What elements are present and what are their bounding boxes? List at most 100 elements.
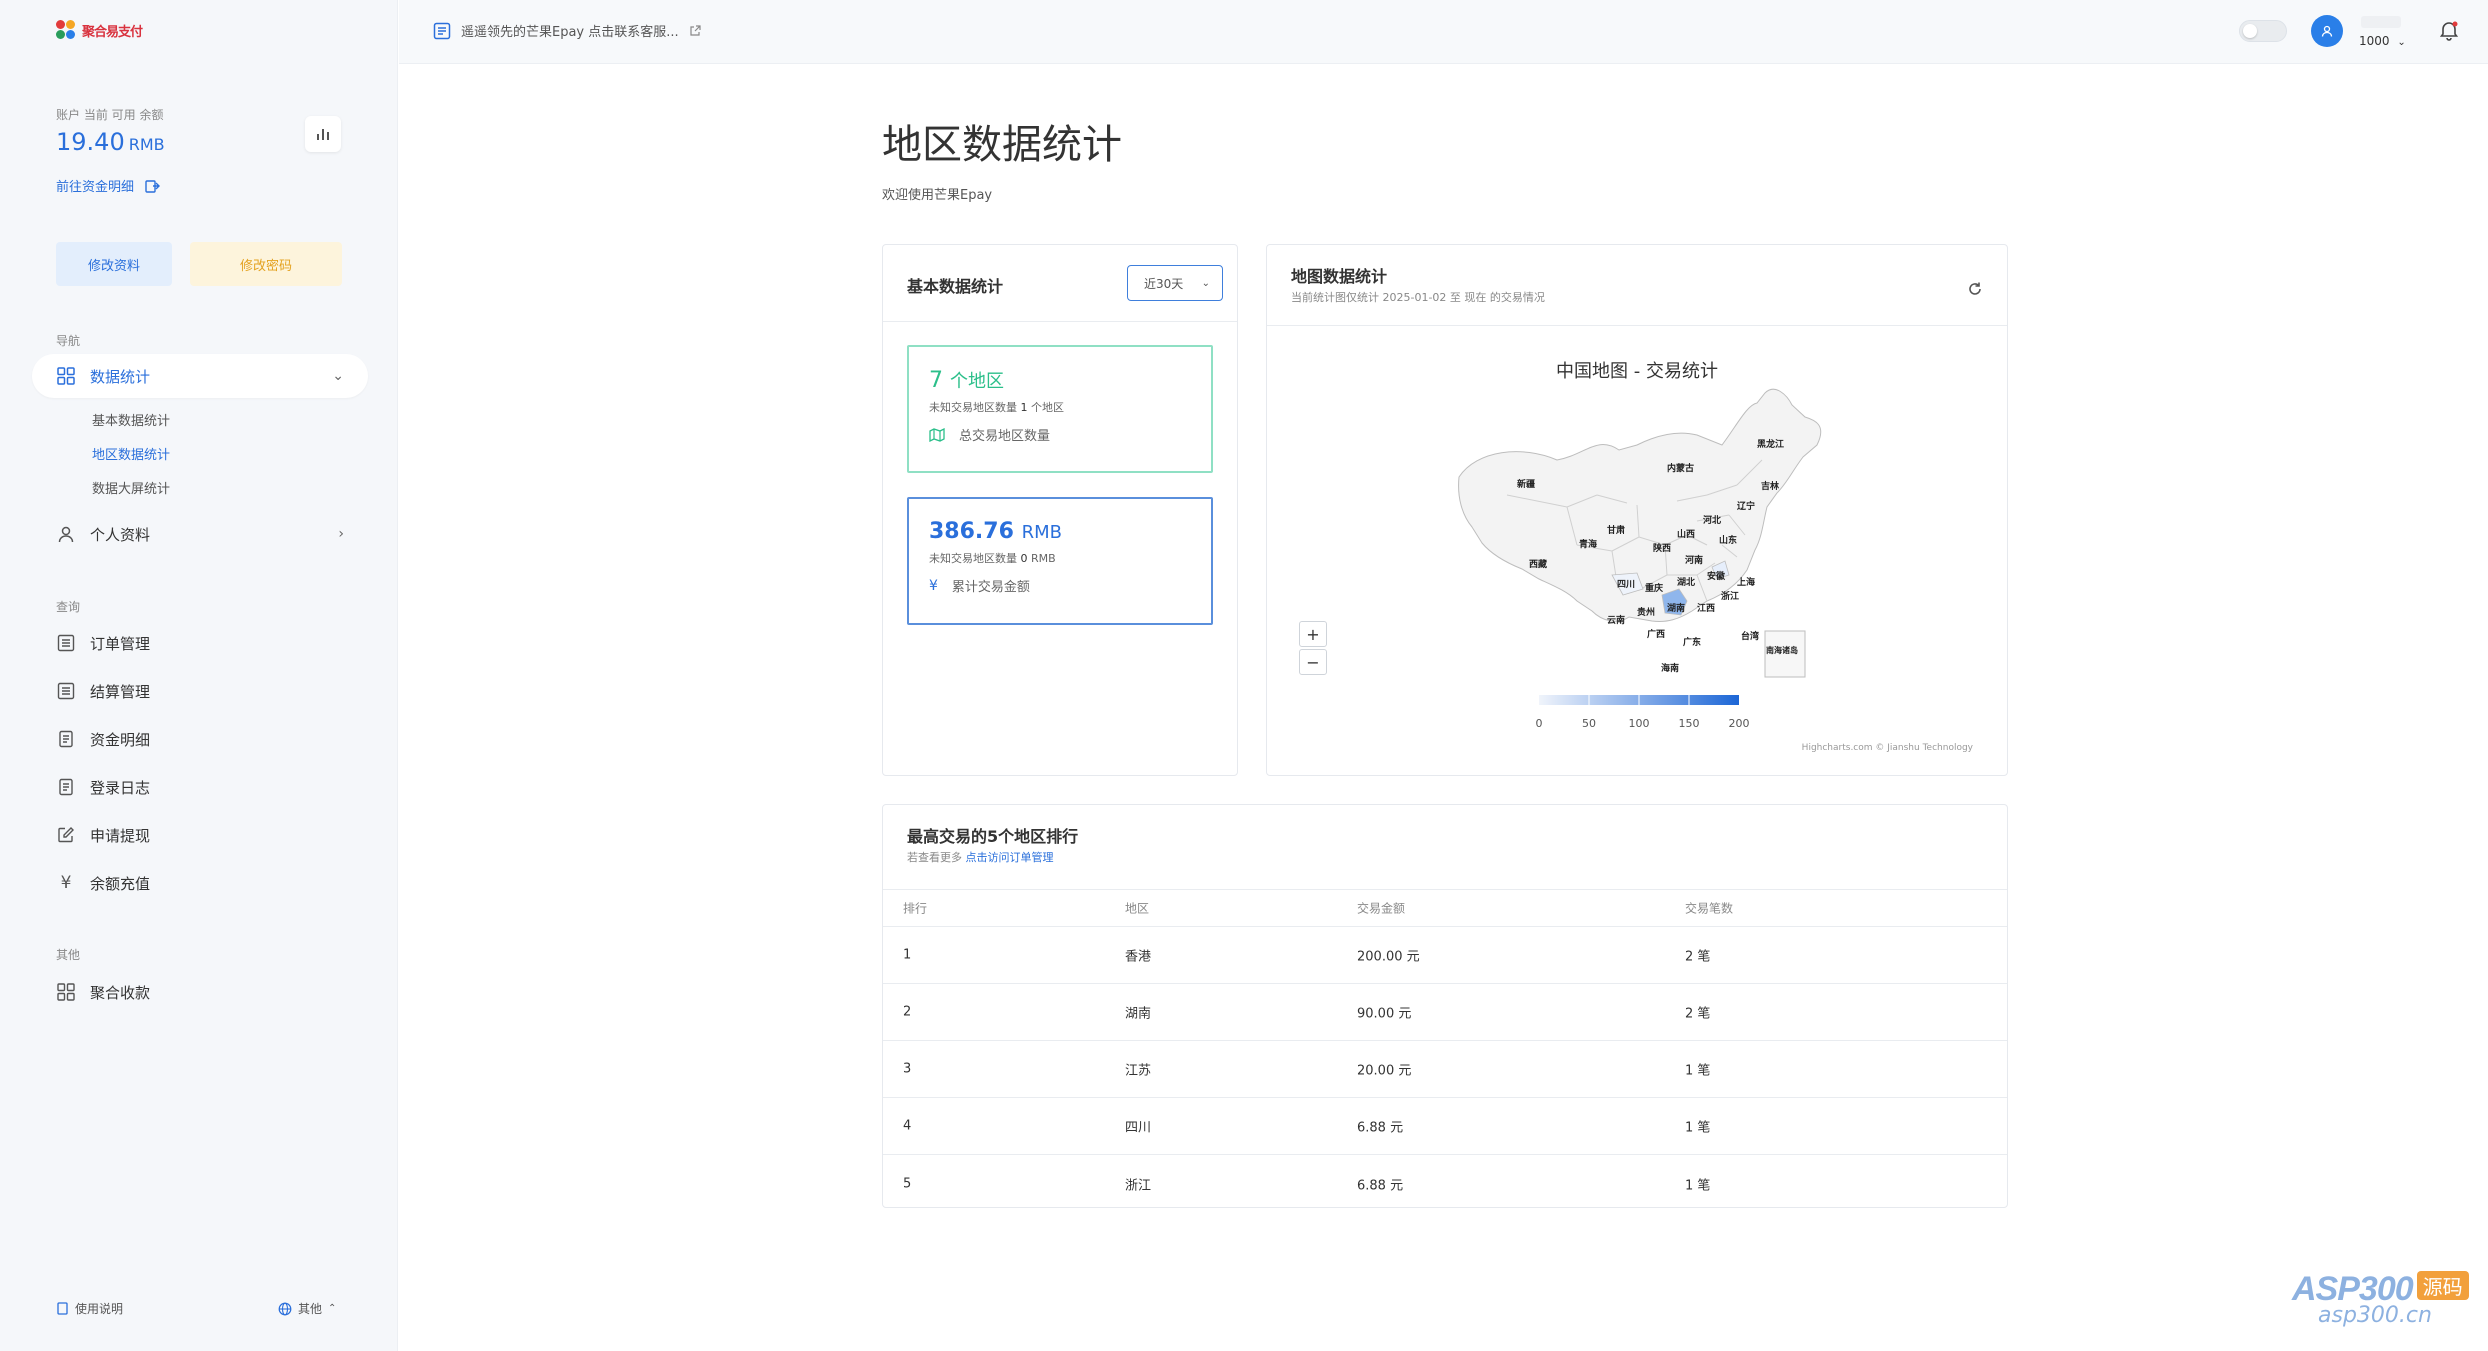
count-cell: 2 笔 xyxy=(1685,1006,1711,1022)
help-link[interactable]: 使用说明 xyxy=(56,1300,123,1317)
yen-icon: ¥ xyxy=(929,577,938,594)
help-link-label: 使用说明 xyxy=(75,1302,124,1316)
query-section-label: 查询 xyxy=(56,600,81,614)
list-icon xyxy=(56,633,76,653)
bar-chart-icon xyxy=(317,129,329,140)
map-label: 河南 xyxy=(1685,554,1703,566)
table-header: 排行 地区 交易金额 交易笔数 xyxy=(883,889,2007,927)
count-cell: 1 笔 xyxy=(1685,1178,1711,1193)
sidebar-subitem-basic-stats[interactable]: 基本数据统计 xyxy=(92,410,170,429)
user-name: 1000 xyxy=(2359,34,2390,48)
table-row: 4 四川 6.88 元 1 笔 xyxy=(883,1098,2007,1155)
balance-chart-button[interactable] xyxy=(305,116,341,152)
sidebar-item-label: 数据统计 xyxy=(90,367,151,386)
sidebar-item-label: 余额充值 xyxy=(90,874,151,893)
map-label: 甘肃 xyxy=(1607,524,1625,536)
change-password-button[interactable]: 修改密码 xyxy=(190,242,342,286)
map-label: 四川 xyxy=(1617,579,1635,590)
range-select-value: 近30天 xyxy=(1144,276,1184,291)
balance-amount: 19.40 xyxy=(56,128,125,156)
unknown-amount-note: 未知交易地区数量 0 RMB xyxy=(929,550,1191,566)
map-label: 山西 xyxy=(1677,528,1695,540)
user-menu[interactable]: 1000 ⌄ xyxy=(2359,34,2406,48)
card-title: 基本数据统计 xyxy=(907,277,1004,296)
sidebar-subitem-region-stats[interactable]: 地区数据统计 xyxy=(92,444,170,463)
unknown-region-note: 未知交易地区数量 1 个地区 xyxy=(929,399,1191,415)
logo-icon xyxy=(56,20,76,40)
sidebar-item-data-stats[interactable]: 数据统计 ⌄ xyxy=(32,354,368,398)
document-icon xyxy=(56,729,76,749)
legend-tick: 100 xyxy=(1628,717,1650,730)
topbar: 遥遥领先的芒果Epay 点击联系客服... 1000 ⌄ xyxy=(399,0,2488,64)
amount-cell: 20.00 元 xyxy=(1357,1063,1412,1079)
globe-icon xyxy=(278,1302,292,1315)
balance-value: 19.40 RMB xyxy=(56,128,165,156)
map-label: 内蒙古 xyxy=(1667,462,1694,474)
range-select[interactable]: 近30天 ⌄ xyxy=(1127,265,1223,301)
document-icon xyxy=(56,777,76,797)
map-label: 台湾 xyxy=(1741,630,1759,642)
amount-label-text: 累计交易金额 xyxy=(951,580,1030,595)
note-suffix: 个地区 xyxy=(1031,401,1064,414)
sidebar-item-aggregate-pay[interactable]: 聚合收款 xyxy=(32,970,368,1014)
region-count-box: 7 个地区 未知交易地区数量 1 个地区 总交易地区数量 xyxy=(907,345,1213,473)
amount-cell: 6.88 元 xyxy=(1357,1178,1404,1193)
chevron-down-icon: ⌄ xyxy=(1201,277,1210,289)
map-label: 广东 xyxy=(1683,636,1701,648)
sidebar-subitem-bigscreen-stats[interactable]: 数据大屏统计 xyxy=(92,478,170,497)
map-label: 江西 xyxy=(1697,602,1715,614)
orders-link[interactable]: 点击访问订单管理 xyxy=(966,851,1054,864)
map-label: 广西 xyxy=(1647,628,1665,640)
sidebar-item-fund-detail[interactable]: 资金明细 xyxy=(32,717,368,761)
map-label: 上海 xyxy=(1737,576,1755,588)
sidebar-item-recharge[interactable]: ¥ 余额充值 xyxy=(32,861,368,905)
chevron-down-icon: ⌄ xyxy=(2397,37,2406,48)
rank-cell: 1 xyxy=(903,947,912,963)
map-label: 安徽 xyxy=(1707,570,1726,582)
amount-label: ¥ 累计交易金额 xyxy=(929,576,1191,596)
user-icon xyxy=(2321,25,2333,37)
map-label: 河北 xyxy=(1703,514,1721,526)
user-icon xyxy=(56,524,76,544)
china-map[interactable]: 黑龙江 吉林 辽宁 内蒙古 新疆 甘肃 青海 西藏 河北 山西 山东 陕西 河南… xyxy=(1267,245,2009,777)
sidebar-item-settlements[interactable]: 结算管理 xyxy=(32,669,368,713)
theme-toggle[interactable] xyxy=(2239,20,2287,42)
watermark: ASP300 源码 asp300.cn xyxy=(2292,1270,2469,1328)
sidebar-item-login-log[interactable]: 登录日志 xyxy=(32,765,368,809)
map-label: 新疆 xyxy=(1517,478,1535,490)
notice-link[interactable]: 遥遥领先的芒果Epay 点击联系客服... xyxy=(433,21,701,40)
notice-text: 遥遥领先的芒果Epay 点击联系客服... xyxy=(461,25,679,40)
external-doc-icon xyxy=(145,179,161,193)
zoom-out-button[interactable]: − xyxy=(1299,649,1327,675)
chevron-right-icon: › xyxy=(338,526,344,542)
note-prefix: 未知交易地区数量 xyxy=(929,552,1017,565)
avatar[interactable] xyxy=(2311,15,2343,47)
card-title: 最高交易的5个地区排行 xyxy=(907,827,1079,846)
amount-cell: 6.88 元 xyxy=(1357,1120,1404,1136)
user-badge xyxy=(2361,16,2401,28)
rank-cell: 3 xyxy=(903,1061,912,1077)
sidebar-item-orders[interactable]: 订单管理 xyxy=(32,621,368,665)
page-subtitle: 欢迎使用芒果Epay xyxy=(882,188,993,203)
nav-section-label: 导航 xyxy=(56,334,81,348)
logo[interactable]: 聚合易支付 xyxy=(56,20,143,40)
legend-tick: 50 xyxy=(1582,717,1596,730)
zoom-in-button[interactable]: + xyxy=(1299,621,1327,647)
map-label: 海南 xyxy=(1661,662,1679,674)
column-header: 交易笔数 xyxy=(1685,901,1734,916)
balance-unit: RMB xyxy=(128,135,165,154)
fund-detail-link[interactable]: 前往资金明细 xyxy=(56,176,161,195)
map-label: 黑龙江 xyxy=(1757,438,1784,450)
sidebar-item-withdraw[interactable]: 申请提现 xyxy=(32,813,368,857)
grid-icon xyxy=(56,982,76,1002)
table-row: 1 香港 200.00 元 2 笔 xyxy=(883,927,2007,984)
basic-stats-card: 基本数据统计 近30天 ⌄ 7 个地区 未知交易地区数量 1 个地区 总交易地区… xyxy=(882,244,1238,776)
other-menu-button[interactable]: 其他 ⌃ xyxy=(278,1300,336,1317)
map-label: 西藏 xyxy=(1529,558,1547,570)
map-credit[interactable]: Highcharts.com © Jianshu Technology xyxy=(1802,743,1973,753)
edit-profile-button[interactable]: 修改资料 xyxy=(56,242,172,286)
sidebar-item-profile[interactable]: 个人资料 › xyxy=(32,512,368,556)
column-header: 地区 xyxy=(1125,901,1150,916)
bell-icon[interactable] xyxy=(2437,18,2461,42)
map-label: 南海诸岛 xyxy=(1766,645,1798,655)
